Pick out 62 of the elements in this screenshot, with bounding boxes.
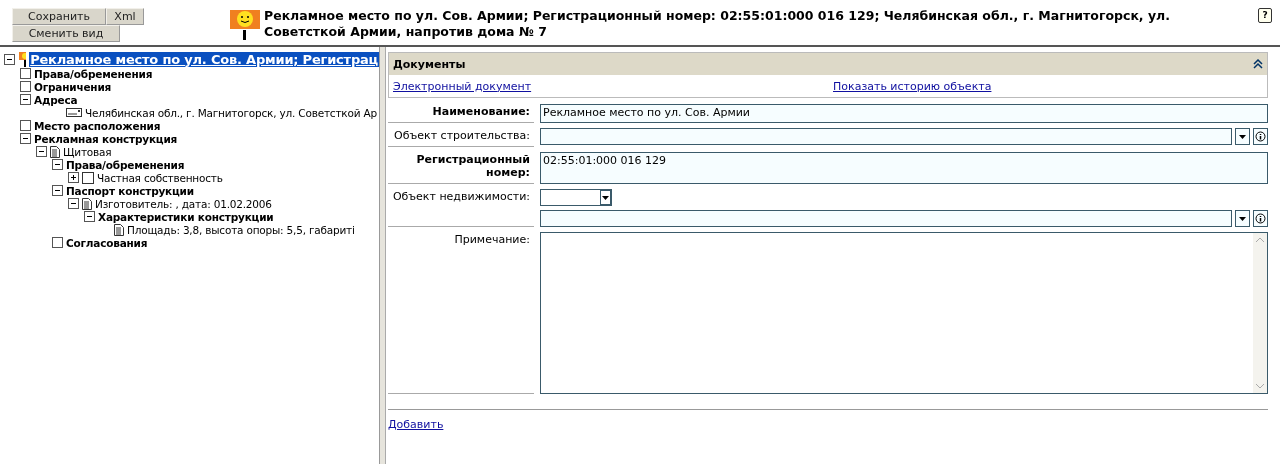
field-label: Регистрационный номер: — [388, 152, 534, 184]
help-button[interactable]: ? — [1258, 8, 1272, 23]
add-link[interactable]: Добавить — [388, 418, 444, 431]
tree-item[interactable]: Ограничения — [34, 80, 112, 93]
tree-toggle[interactable] — [20, 120, 31, 131]
collapse-icon[interactable] — [4, 53, 15, 65]
link[interactable]: Электронный документ — [393, 79, 532, 93]
toolbar-button[interactable]: Xml — [106, 8, 144, 25]
collapse-icon[interactable] — [36, 146, 47, 157]
tree-item[interactable]: Изготовитель: , дата: 01.02.2006 — [95, 197, 272, 210]
card-icon — [66, 108, 82, 117]
info-button[interactable] — [1253, 128, 1268, 145]
document-icon — [114, 223, 124, 236]
sign-icon — [230, 8, 260, 40]
document-icon — [82, 197, 92, 210]
field-label: Примечание: — [388, 232, 534, 394]
select-field[interactable] — [540, 189, 612, 206]
tree-toggle[interactable] — [20, 81, 31, 92]
toolbar-button[interactable]: Сменить вид — [12, 25, 120, 42]
tree-item[interactable]: Согласования — [66, 236, 148, 249]
tree-item[interactable]: Площадь: 3,8, высота опоры: 5,5, габариті — [127, 223, 355, 236]
caret-icon — [1239, 134, 1246, 139]
link[interactable]: Показать историю объекта — [833, 79, 992, 93]
collapse-icon[interactable] — [68, 198, 79, 209]
collapse-icon[interactable] — [52, 159, 63, 170]
field-label: Объект недвижимости: — [388, 189, 534, 227]
caret-icon — [1239, 216, 1246, 221]
tree-item[interactable]: Адреса — [34, 93, 78, 106]
blank-square-icon — [82, 171, 94, 184]
tree-item[interactable]: Характеристики конструкции — [98, 210, 274, 223]
tree-item[interactable]: Место расположения — [34, 119, 161, 132]
tree-toggle[interactable] — [20, 68, 31, 79]
document-icon — [50, 145, 60, 158]
tree-toggle[interactable] — [52, 237, 63, 248]
text-field[interactable]: Рекламное место по ул. Сов. Армии — [540, 104, 1268, 123]
tree-item[interactable]: Щитовая — [63, 145, 112, 158]
dropdown-button[interactable] — [1235, 210, 1250, 227]
tree-item[interactable]: Челябинская обл., г. Магнитогорск, ул. Советсткой Ар — [85, 106, 377, 119]
expand-icon[interactable] — [68, 172, 79, 183]
tree-item[interactable]: Паспорт конструкции — [66, 184, 194, 197]
tree-item[interactable]: Права/обременения — [66, 158, 185, 171]
field-label: Наименование: — [388, 104, 534, 123]
tree-root-item[interactable]: Рекламное место по ул. Сов. Армии; Регистрац — [29, 51, 380, 67]
toolbar-button[interactable]: Сохранить — [12, 8, 106, 25]
field-label: Объект строительства: — [388, 128, 534, 147]
collapse-icon[interactable] — [1253, 59, 1263, 69]
lookup-field[interactable] — [540, 210, 1232, 227]
info-button[interactable] — [1253, 210, 1268, 227]
panel-title: Документы — [393, 57, 466, 71]
collapse-icon[interactable] — [52, 185, 63, 196]
collapse-icon[interactable] — [20, 133, 31, 144]
collapse-icon[interactable] — [20, 94, 31, 105]
tree-item[interactable]: Частная собственность — [97, 171, 223, 184]
tree-item[interactable]: Права/обременения — [34, 67, 153, 80]
tree-item[interactable]: Рекламная конструкция — [34, 132, 178, 145]
memo-field[interactable] — [540, 232, 1268, 394]
lookup-field[interactable] — [540, 128, 1232, 145]
dropdown-button[interactable] — [1235, 128, 1250, 145]
caret-icon — [600, 190, 611, 205]
page-title: Рекламное место по ул. Сов. Армии; Регистрационный номер: 02:55:01:000 016 129; Челябинская обл., г. Магнитогорск, ул. Советсткой Армии, напротив дома № 7 — [264, 8, 1171, 41]
text-field[interactable]: 02:55:01:000 016 129 — [540, 152, 1268, 184]
collapse-icon[interactable] — [84, 211, 95, 222]
